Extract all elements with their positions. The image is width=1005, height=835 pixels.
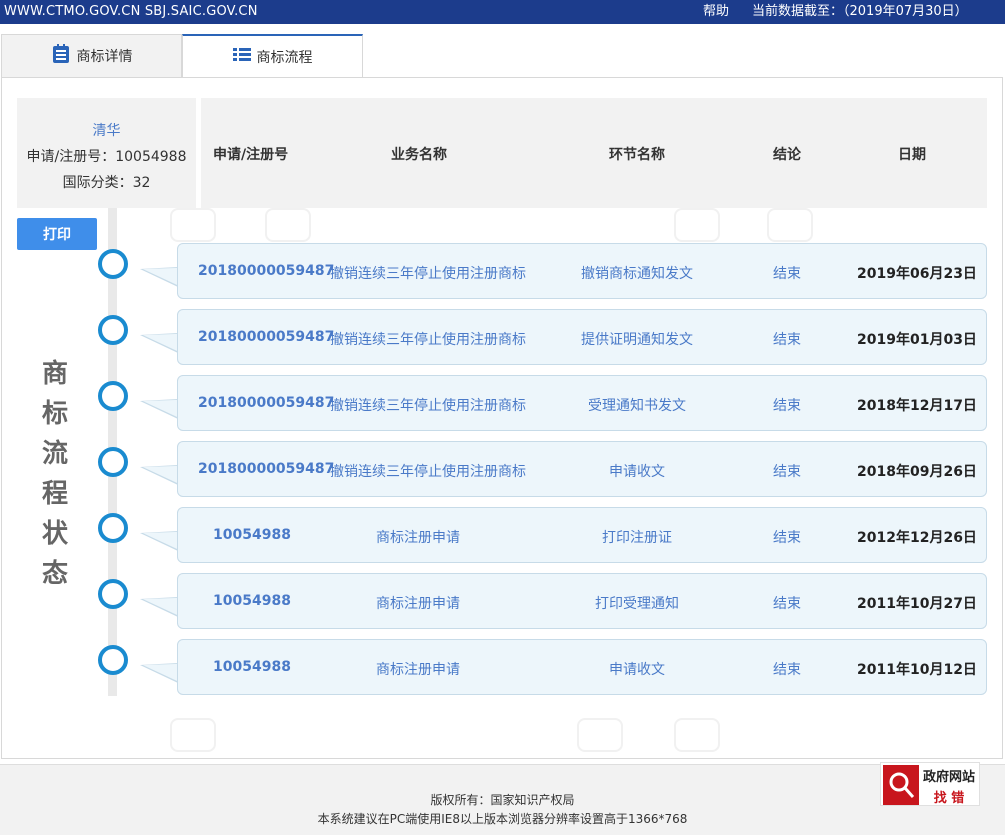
table-header: 申请/注册号 业务名称 环节名称 结论 日期 <box>201 98 987 208</box>
row-business: 撤销连续三年停止使用注册商标 <box>330 266 526 282</box>
watermark-shape <box>170 718 216 752</box>
row-business: 商标注册申请 <box>376 530 460 546</box>
card-pointer-fill <box>143 590 179 616</box>
watermark-shape <box>674 208 720 242</box>
row-business: 撤销连续三年停止使用注册商标 <box>330 398 526 414</box>
row-result: 结束 <box>773 464 801 480</box>
process-card: 10054988 商标注册申请 申请收文 结束 2011年10月12日 <box>177 639 987 695</box>
watermark-shape <box>170 208 216 242</box>
process-card: 20180000059487 撤销连续三年停止使用注册商标 受理通知书发文 结束 201… <box>177 375 987 431</box>
card-pointer-fill <box>143 326 179 352</box>
header-business: 业务名称 <box>391 147 447 163</box>
timeline-row: 10054988 商标注册申请 申请收文 结束 2011年10月12日 <box>0 639 1005 695</box>
row-step: 撤销商标通知发文 <box>581 266 693 282</box>
list-icon <box>232 47 251 67</box>
timeline-node-icon <box>98 447 128 477</box>
header-result: 结论 <box>773 147 801 163</box>
row-business: 撤销连续三年停止使用注册商标 <box>330 464 526 480</box>
tab-label: 商标详情 <box>76 49 133 65</box>
trademark-info-box: 清华 申请/注册号：10054988 国际分类：32 <box>17 98 196 208</box>
timeline-row: 20180000059487 撤销连续三年停止使用注册商标 撤销商标通知发文 结束 20… <box>0 243 1005 299</box>
row-step: 受理通知书发文 <box>588 398 686 414</box>
row-result: 结束 <box>773 332 801 348</box>
help-link[interactable]: 帮助 <box>703 0 729 24</box>
row-date: 2012年12月26日 <box>857 530 977 546</box>
timeline-node-icon <box>98 315 128 345</box>
magnifier-logo-icon <box>883 765 919 805</box>
registration-number: 申请/注册号：10054988 <box>26 149 187 165</box>
card-pointer-fill <box>143 524 179 550</box>
site-domains: WWW.CTMO.GOV.CN SBJ.SAIC.GOV.CN <box>4 4 258 19</box>
row-result: 结束 <box>773 266 801 282</box>
tab-label: 商标流程 <box>256 49 313 66</box>
process-card: 20180000059487 撤销连续三年停止使用注册商标 申请收文 结束 2018年0… <box>177 441 987 497</box>
row-business: 商标注册申请 <box>376 662 460 678</box>
watermark-shape <box>674 718 720 752</box>
process-card: 20180000059487 撤销连续三年停止使用注册商标 提供证明通知发文 结束 20… <box>177 309 987 365</box>
row-step: 打印注册证 <box>602 530 672 546</box>
row-reg-number[interactable]: 10054988 <box>213 527 291 543</box>
row-reg-number[interactable]: 20180000059487 <box>198 395 334 411</box>
row-date: 2011年10月12日 <box>857 662 977 678</box>
timeline-node-icon <box>98 513 128 543</box>
browser-recommendation: 本系统建议在PC端使用IE8以上版本浏览器分辨率设置高于1366*768 <box>317 812 688 826</box>
row-step: 申请收文 <box>609 464 665 480</box>
timeline-row: 10054988 商标注册申请 打印受理通知 结束 2011年10月27日 <box>0 573 1005 629</box>
header-date: 日期 <box>898 147 926 163</box>
row-step: 打印受理通知 <box>595 596 679 612</box>
top-bar: WWW.CTMO.GOV.CN SBJ.SAIC.GOV.CN 帮助 当前数据截… <box>0 0 1005 24</box>
timeline-node-icon <box>98 381 128 411</box>
row-result: 结束 <box>773 530 801 546</box>
timeline-node-icon <box>98 249 128 279</box>
card-pointer-fill <box>143 260 179 286</box>
watermark-shape <box>265 208 311 242</box>
badge-title: 政府网站 <box>922 770 975 785</box>
trademark-name[interactable]: 清华 <box>17 120 196 140</box>
row-result: 结束 <box>773 398 801 414</box>
row-date: 2011年10月27日 <box>857 596 977 612</box>
document-list-icon <box>51 44 71 68</box>
row-reg-number[interactable]: 10054988 <box>213 593 291 609</box>
tab-trademark-process[interactable]: 商标流程 <box>182 34 363 78</box>
watermark-shape <box>767 208 813 242</box>
card-pointer-fill <box>143 392 179 418</box>
timeline-row: 20180000059487 撤销连续三年停止使用注册商标 申请收文 结束 2018年0… <box>0 441 1005 497</box>
row-result: 结束 <box>773 662 801 678</box>
row-date: 2019年06月23日 <box>857 266 977 282</box>
row-step: 申请收文 <box>609 662 665 678</box>
row-reg-number[interactable]: 20180000059487 <box>198 461 334 477</box>
card-pointer-fill <box>143 458 179 484</box>
copyright-text: 版权所有：国家知识产权局 <box>430 793 575 807</box>
process-card: 20180000059487 撤销连续三年停止使用注册商标 撤销商标通知发文 结束 20… <box>177 243 987 299</box>
timeline-row: 20180000059487 撤销连续三年停止使用注册商标 受理通知书发文 结束 201… <box>0 375 1005 431</box>
row-date: 2019年01月03日 <box>857 332 977 348</box>
row-business: 商标注册申请 <box>376 596 460 612</box>
badge-subtitle: 找 错 <box>933 791 965 806</box>
tab-trademark-details[interactable]: 商标详情 <box>1 34 182 78</box>
tab-bar: 商标详情 商标流程 <box>0 34 1005 78</box>
international-class: 国际分类：32 <box>62 175 151 191</box>
watermark-shape <box>577 718 623 752</box>
row-reg-number[interactable]: 20180000059487 <box>198 329 334 345</box>
header-reg-no: 申请/注册号 <box>213 147 289 163</box>
row-reg-number[interactable]: 10054988 <box>213 659 291 675</box>
process-card: 10054988 商标注册申请 打印注册证 结束 2012年12月26日 <box>177 507 987 563</box>
timeline-row: 20180000059487 撤销连续三年停止使用注册商标 提供证明通知发文 结束 20… <box>0 309 1005 365</box>
timeline-node-icon <box>98 645 128 675</box>
row-reg-number[interactable]: 20180000059487 <box>198 263 334 279</box>
row-date: 2018年09月26日 <box>857 464 977 480</box>
card-pointer-fill <box>143 656 179 682</box>
row-date: 2018年12月17日 <box>857 398 977 414</box>
gov-error-report-badge[interactable]: 政府网站 找 错 <box>880 762 980 806</box>
row-step: 提供证明通知发文 <box>581 332 693 348</box>
row-result: 结束 <box>773 596 801 612</box>
header-step: 环节名称 <box>609 147 665 163</box>
timeline-node-icon <box>98 579 128 609</box>
row-business: 撤销连续三年停止使用注册商标 <box>330 332 526 348</box>
process-card: 10054988 商标注册申请 打印受理通知 结束 2011年10月27日 <box>177 573 987 629</box>
timeline-row: 10054988 商标注册申请 打印注册证 结束 2012年12月26日 <box>0 507 1005 563</box>
data-date-text: 当前数据截至：（2019年07月30日） <box>752 4 968 19</box>
footer: 版权所有：国家知识产权局 本系统建议在PC端使用IE8以上版本浏览器分辨率设置高… <box>0 764 1005 835</box>
